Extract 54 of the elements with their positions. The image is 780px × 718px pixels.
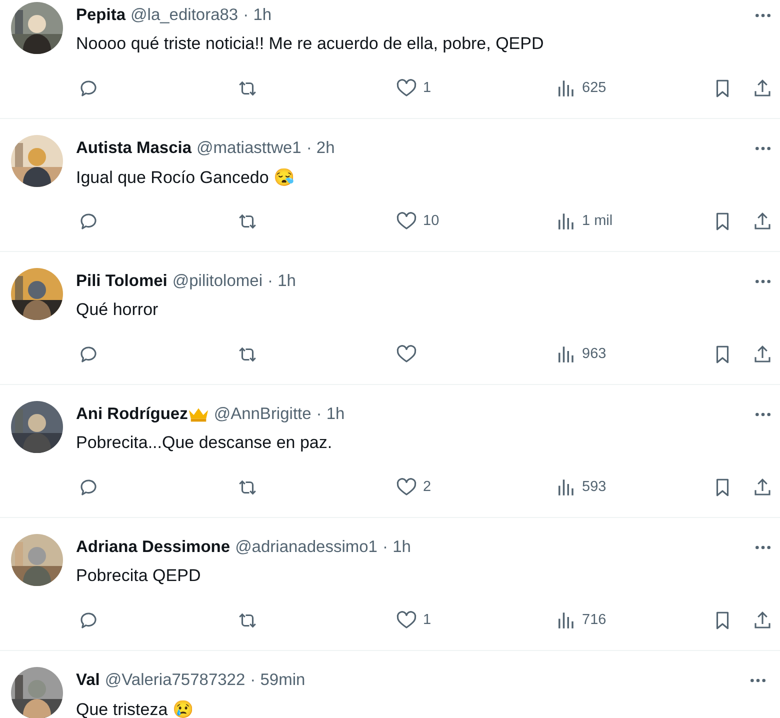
more-icon[interactable] xyxy=(754,278,772,284)
timestamp[interactable]: · 1h xyxy=(382,538,411,556)
user-handle[interactable]: @AnnBrigitte xyxy=(214,404,312,424)
user-name[interactable]: Autista Mascia xyxy=(76,138,192,158)
reply-icon[interactable] xyxy=(78,344,99,364)
like-icon[interactable] xyxy=(396,210,417,232)
user-handle[interactable]: @matiasttwe1 xyxy=(196,138,302,158)
share-icon[interactable] xyxy=(752,610,773,630)
user-name[interactable]: Pepita xyxy=(76,6,126,24)
reply-text: Que tristeza 😢 xyxy=(76,698,194,718)
more-icon[interactable] xyxy=(754,412,772,416)
more-icon[interactable] xyxy=(754,146,772,150)
user-name[interactable]: Ani Rodríguez xyxy=(76,404,188,424)
like-icon[interactable] xyxy=(396,78,417,98)
view-count: 716 xyxy=(582,612,606,628)
reply-icon[interactable] xyxy=(78,210,99,232)
user-handle[interactable]: @Valeria75787322 xyxy=(104,670,246,690)
like-count: 2 xyxy=(423,479,432,495)
share-icon[interactable] xyxy=(752,78,773,98)
user-name[interactable]: Pili Tolomei xyxy=(76,272,168,290)
reply-icon[interactable] xyxy=(78,78,99,98)
view-count: 593 xyxy=(582,479,606,495)
like-count: 1 xyxy=(423,612,432,628)
like-count: 10 xyxy=(423,213,440,229)
more-icon[interactable] xyxy=(754,12,772,18)
timestamp[interactable]: · 1h xyxy=(243,6,272,24)
share-icon[interactable] xyxy=(752,344,773,364)
timestamp[interactable]: · 1h xyxy=(316,404,345,424)
share-icon[interactable] xyxy=(752,476,773,498)
reply-text: Pobrecita...Que descanse en paz. xyxy=(76,433,332,453)
timestamp[interactable]: · 2h xyxy=(306,138,335,158)
user-name[interactable]: Adriana Dessimone xyxy=(76,538,230,556)
more-icon[interactable] xyxy=(754,544,772,550)
reply-icon[interactable] xyxy=(78,610,99,630)
view-count: 963 xyxy=(582,346,606,362)
share-icon[interactable] xyxy=(752,210,773,232)
reply-text: Qué horror xyxy=(76,300,158,320)
like-count: 1 xyxy=(423,80,432,96)
user-handle[interactable]: @la_editora83 xyxy=(130,6,238,24)
view-count: 625 xyxy=(582,80,606,96)
more-icon[interactable] xyxy=(749,678,767,682)
reply-text: Pobrecita QEPD xyxy=(76,566,201,586)
reply-text: Noooo qué triste noticia!! Me re acuerdo de ella, pobre, QEPD xyxy=(76,34,544,54)
reply-icon[interactable] xyxy=(78,476,99,498)
user-handle[interactable]: @pilitolomei xyxy=(172,272,262,290)
timestamp[interactable]: · 59min xyxy=(250,670,306,690)
view-count: 1 mil xyxy=(582,213,613,229)
timestamp[interactable]: · 1h xyxy=(268,272,296,290)
like-icon[interactable] xyxy=(396,476,417,498)
user-name[interactable]: Val xyxy=(76,670,100,690)
reply-text: Igual que Rocío Gancedo 😪 xyxy=(76,166,295,188)
like-icon[interactable] xyxy=(396,610,417,630)
like-icon[interactable] xyxy=(396,344,417,364)
user-handle[interactable]: @adrianadessimo1 xyxy=(235,538,378,556)
